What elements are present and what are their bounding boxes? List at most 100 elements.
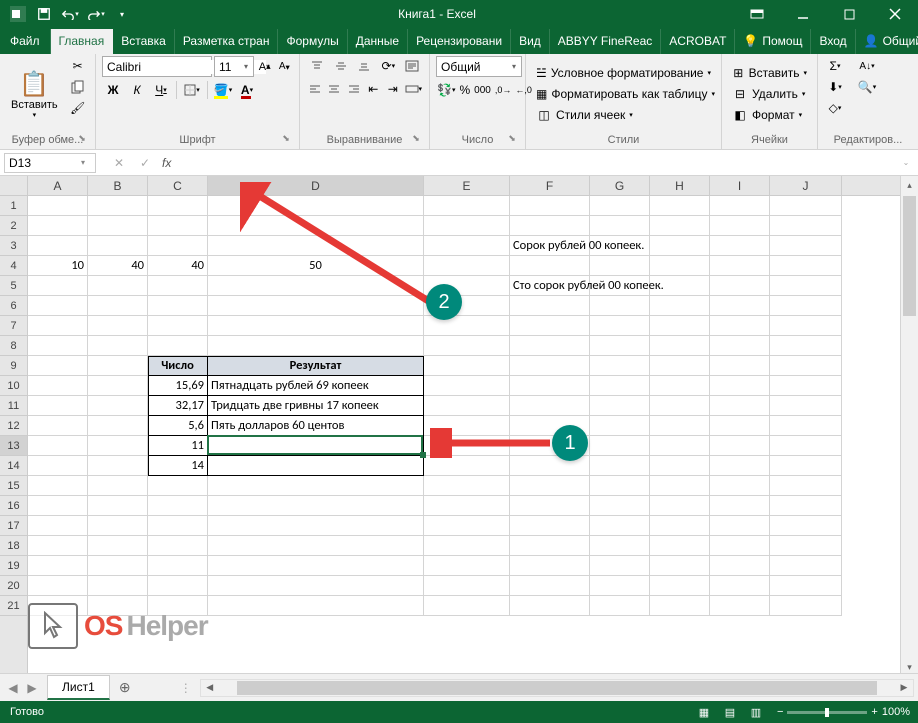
clear-icon[interactable]: ◇▾ — [824, 98, 846, 118]
align-center-icon[interactable] — [326, 79, 344, 99]
font-size-combo[interactable]: ▾ — [214, 56, 254, 77]
sort-filter-icon[interactable]: A↓▾ — [856, 56, 878, 76]
redo-icon[interactable]: ▾ — [84, 3, 108, 25]
column-header-I[interactable]: I — [710, 176, 770, 195]
row-header-7[interactable]: 7 — [0, 316, 27, 336]
tab-formulas[interactable]: Формулы — [278, 29, 347, 54]
dialog-launcher-icon[interactable]: ⬊ — [409, 133, 423, 147]
row-header-18[interactable]: 18 — [0, 536, 27, 556]
cell-C13[interactable]: 11 — [148, 436, 208, 456]
cell-D10[interactable]: Пятнадцать рублей 69 копеек — [208, 376, 424, 396]
cell-C9[interactable]: Число — [148, 356, 208, 376]
zoom-control[interactable]: − + 100% — [769, 706, 918, 718]
column-header-D[interactable]: D — [208, 176, 424, 195]
horizontal-scrollbar[interactable]: ◀▶ — [200, 679, 914, 697]
column-header-J[interactable]: J — [770, 176, 842, 195]
maximize-icon[interactable] — [826, 0, 872, 28]
vertical-scrollbar[interactable]: ▴ ▾ — [900, 176, 918, 673]
row-header-5[interactable]: 5 — [0, 276, 27, 296]
cell-C11[interactable]: 32,17 — [148, 396, 208, 416]
column-headers[interactable]: ABCDEFGHIJ — [28, 176, 900, 196]
align-bottom-icon[interactable] — [354, 56, 376, 76]
cell-D4[interactable]: 50 — [208, 256, 424, 276]
row-header-17[interactable]: 17 — [0, 516, 27, 536]
tab-data[interactable]: Данные — [348, 29, 408, 54]
tab-acrobat[interactable]: ACROBAT — [661, 29, 735, 54]
cancel-formula-icon[interactable]: ✕ — [106, 151, 132, 175]
cell-D9[interactable]: Результат — [208, 356, 424, 376]
merge-icon[interactable]: ▾ — [404, 79, 424, 99]
tab-file[interactable]: Файл — [0, 29, 51, 54]
decrease-font-icon[interactable]: A▾ — [276, 57, 294, 77]
cell-F3[interactable]: Сорок рублей 00 копеек. — [510, 236, 590, 256]
currency-icon[interactable]: 💱▾ — [436, 80, 456, 100]
name-box[interactable]: ▾ — [4, 153, 96, 173]
zoom-level[interactable]: 100% — [882, 706, 910, 718]
dialog-launcher-icon[interactable]: ⬊ — [505, 133, 519, 147]
sheet-tab[interactable]: Лист1 — [47, 675, 110, 700]
row-header-10[interactable]: 10 — [0, 376, 27, 396]
row-header-3[interactable]: 3 — [0, 236, 27, 256]
row-header-8[interactable]: 8 — [0, 336, 27, 356]
dialog-launcher-icon[interactable]: ⬊ — [75, 133, 89, 147]
column-header-F[interactable]: F — [510, 176, 590, 195]
column-header-B[interactable]: B — [88, 176, 148, 195]
expand-formula-bar-icon[interactable]: ⌄ — [894, 158, 918, 167]
row-header-11[interactable]: 11 — [0, 396, 27, 416]
column-header-H[interactable]: H — [650, 176, 710, 195]
row-header-21[interactable]: 21 — [0, 596, 27, 616]
fill-icon[interactable]: ⬇▾ — [824, 77, 846, 97]
cell-styles-button[interactable]: ◫Стили ячеек▾ — [532, 105, 715, 125]
row-header-16[interactable]: 16 — [0, 496, 27, 516]
signin-button[interactable]: Вход — [811, 29, 855, 54]
formula-input[interactable] — [175, 152, 894, 174]
conditional-format-button[interactable]: ☱Условное форматирование▾ — [532, 63, 715, 83]
autosum-icon[interactable]: Σ▾ — [824, 56, 846, 76]
copy-icon[interactable] — [67, 77, 89, 97]
row-header-14[interactable]: 14 — [0, 456, 27, 476]
column-header-A[interactable]: A — [28, 176, 88, 195]
chevron-down-icon[interactable]: ▾ — [239, 62, 253, 71]
insert-cells-button[interactable]: ⊞Вставить▾ — [728, 63, 811, 83]
name-box-input[interactable] — [5, 156, 77, 170]
font-name-combo[interactable]: ▾ — [102, 56, 212, 77]
increase-decimal-icon[interactable]: ,0→ — [494, 80, 513, 100]
bold-button[interactable]: Ж — [102, 80, 124, 100]
close-icon[interactable] — [872, 0, 918, 28]
number-format-combo[interactable]: ▾ — [436, 56, 522, 77]
cell-C12[interactable]: 5,6 — [148, 416, 208, 436]
normal-view-icon[interactable]: ▦ — [691, 701, 717, 723]
row-header-12[interactable]: 12 — [0, 416, 27, 436]
paste-button[interactable]: 📋 Вставить ▾ — [6, 56, 63, 132]
align-left-icon[interactable] — [306, 79, 324, 99]
underline-button[interactable]: Ч▾ — [150, 80, 172, 100]
tab-scroll-right-icon[interactable]: ▶ — [23, 677, 41, 699]
increase-indent-icon[interactable]: ⇥ — [384, 79, 402, 99]
number-format-input[interactable] — [437, 60, 507, 74]
tab-layout[interactable]: Разметка стран — [175, 29, 279, 54]
cut-icon[interactable]: ✂ — [67, 56, 89, 76]
cell-C4[interactable]: 40 — [148, 256, 208, 276]
italic-button[interactable]: К — [126, 80, 148, 100]
select-all-corner[interactable] — [0, 176, 28, 196]
border-icon[interactable]: ▾ — [181, 80, 203, 100]
save-icon[interactable] — [32, 3, 56, 25]
find-icon[interactable]: 🔍▾ — [856, 77, 878, 97]
column-header-E[interactable]: E — [424, 176, 510, 195]
comma-icon[interactable]: 000 — [473, 80, 492, 100]
cell-F5[interactable]: Сто сорок рублей 00 копеек. — [510, 276, 590, 296]
orientation-icon[interactable]: ⟳▾ — [377, 56, 399, 76]
column-header-C[interactable]: C — [148, 176, 208, 195]
tab-review[interactable]: Рецензировани — [408, 29, 511, 54]
column-header-G[interactable]: G — [590, 176, 650, 195]
add-sheet-icon[interactable]: ⊕ — [114, 679, 136, 696]
cell-C14[interactable]: 14 — [148, 456, 208, 476]
align-top-icon[interactable] — [306, 56, 328, 76]
format-painter-icon[interactable]: 🖌 — [67, 98, 89, 118]
align-middle-icon[interactable] — [330, 56, 352, 76]
chevron-down-icon[interactable]: ▾ — [77, 158, 89, 167]
undo-icon[interactable]: ▾ — [58, 3, 82, 25]
row-header-2[interactable]: 2 — [0, 216, 27, 236]
increase-font-icon[interactable]: A▴ — [256, 57, 274, 77]
zoom-out-icon[interactable]: − — [777, 706, 783, 718]
